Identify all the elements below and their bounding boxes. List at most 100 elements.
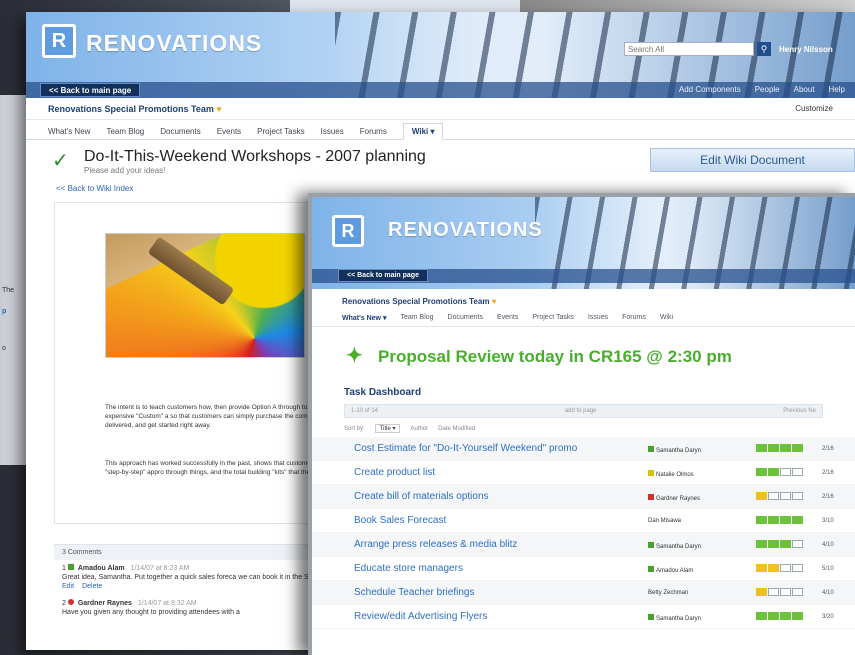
tab-events[interactable]: Events <box>497 314 518 322</box>
search-input[interactable] <box>624 42 754 56</box>
task-assignee-name: Betty Zechman <box>648 590 689 596</box>
task-assignee-name: Amadou Alam <box>656 568 694 574</box>
task-assignee[interactable]: Gardner Raynes <box>648 494 700 502</box>
task-assignee[interactable]: Betty Zechman <box>648 590 688 596</box>
tab-issues[interactable]: Issues <box>321 127 344 136</box>
delete-comment-link[interactable]: Delete <box>82 583 102 590</box>
task-assignee[interactable]: Natalie Olmos <box>648 470 694 478</box>
progress-segment <box>768 564 779 572</box>
back-to-main-button[interactable]: << Back to main page <box>338 269 428 282</box>
tab-whats-new[interactable]: What's New <box>48 127 90 136</box>
edit-comment-link[interactable]: Edit <box>62 583 74 590</box>
people-link[interactable]: People <box>755 85 780 94</box>
progress-segment <box>756 540 767 548</box>
task-link[interactable]: Book Sales Forecast <box>354 515 446 526</box>
task-due-date: 2/16 <box>822 470 834 476</box>
progress-segment <box>792 492 803 500</box>
team-header: Renovations Special Promotions Team ♥ <box>312 289 855 310</box>
tab-project-tasks[interactable]: Project Tasks <box>532 314 574 322</box>
progress-segment <box>792 468 803 476</box>
progress-segment <box>768 492 779 500</box>
tab-team-blog[interactable]: Team Blog <box>400 314 433 322</box>
tab-wiki[interactable]: Wiki ▾ <box>402 123 444 140</box>
sort-label: Sort by: <box>344 425 365 432</box>
task-row: Educate store managers Amadou Alam 5/10 <box>312 557 855 581</box>
tab-forums[interactable]: Forums <box>622 314 646 322</box>
task-row: Book Sales Forecast Dan Misawa 3/10 <box>312 509 855 533</box>
task-row: Schedule Teacher briefings Betty Zechman 4… <box>312 581 855 605</box>
search-icon[interactable]: ⚲ <box>757 42 771 56</box>
tab-documents[interactable]: Documents <box>160 127 200 136</box>
progress-segment <box>756 516 767 524</box>
task-link[interactable]: Create product list <box>354 467 435 478</box>
progress-segment <box>780 612 791 620</box>
favorite-heart-icon[interactable]: ♥ <box>492 297 497 306</box>
comment-author[interactable]: Gardner Raynes <box>78 600 132 607</box>
renovations-logo-icon[interactable]: R <box>42 24 76 58</box>
progress-segment <box>756 612 767 620</box>
task-assignee[interactable]: Samantha Daryn <box>648 614 701 622</box>
task-assignee[interactable]: Samantha Daryn <box>648 542 701 550</box>
tab-team-blog[interactable]: Team Blog <box>106 127 144 136</box>
comment-number: 2 <box>62 600 66 607</box>
brand-name: RENOVATIONS <box>86 30 263 56</box>
task-assignee[interactable]: Amadou Alam <box>648 566 693 574</box>
task-progress-bar <box>756 588 803 596</box>
task-row: Arrange press releases & media blitz Sama… <box>312 533 855 557</box>
sort-title-select[interactable]: Title ▾ <box>374 424 401 433</box>
comment-number: 1 <box>62 565 66 572</box>
presence-icon <box>648 542 654 548</box>
task-progress-bar <box>756 516 803 524</box>
presence-icon <box>67 599 74 605</box>
tab-project-tasks[interactable]: Project Tasks <box>257 127 304 136</box>
tab-issues[interactable]: Issues <box>588 314 608 322</box>
sort-author[interactable]: Author <box>410 426 428 432</box>
progress-segment <box>768 588 779 596</box>
task-link[interactable]: Cost Estimate for "Do-It-Yourself Weeken… <box>354 443 577 454</box>
task-assignee[interactable]: Samantha Daryn <box>648 446 701 454</box>
progress-segment <box>792 564 803 572</box>
header-banner: R RENOVATIONS << Back to main page <box>312 197 855 289</box>
wiki-document-icon: ✓ <box>52 150 69 172</box>
task-link[interactable]: Review/edit Advertising Flyers <box>354 611 487 622</box>
add-to-page-button[interactable]: add to page <box>565 408 597 414</box>
sort-row: Sort by: Title ▾ Author Date Modified <box>344 424 823 433</box>
progress-segment <box>756 588 767 596</box>
presence-icon <box>648 470 654 476</box>
progress-segment <box>756 492 767 500</box>
renovations-logo-icon[interactable]: R <box>332 215 364 247</box>
sort-date-modified[interactable]: Date Modified <box>438 426 475 432</box>
comment-author[interactable]: Amadou Alam <box>78 565 125 572</box>
tab-wiki[interactable]: Wiki <box>660 314 673 322</box>
team-name[interactable]: Renovations Special Promotions Team <box>342 297 489 306</box>
add-components-link[interactable]: Add Components <box>679 85 741 94</box>
presence-icon <box>648 566 654 572</box>
presence-icon <box>648 446 654 452</box>
tab-documents[interactable]: Documents <box>448 314 483 322</box>
task-link[interactable]: Schedule Teacher briefings <box>354 587 474 598</box>
comment-date: 1/14/07 at 8:23 AM <box>130 565 190 572</box>
tab-forums[interactable]: Forums <box>360 127 387 136</box>
customize-link[interactable]: Customize <box>795 104 833 113</box>
progress-segment <box>780 588 791 596</box>
pager-count: 1-10 of 14 <box>351 408 379 414</box>
back-to-main-button[interactable]: << Back to main page <box>40 83 141 97</box>
progress-segment <box>780 492 791 500</box>
task-link[interactable]: Arrange press releases & media blitz <box>354 539 517 550</box>
tab-whats-new[interactable]: What's New ▾ <box>342 314 386 322</box>
favorite-heart-icon[interactable]: ♥ <box>216 104 221 114</box>
help-link[interactable]: Help <box>829 85 845 94</box>
team-name[interactable]: Renovations Special Promotions Team <box>48 104 214 114</box>
announcement: ✦ Proposal Review today in CR165 @ 2:30 … <box>312 327 855 383</box>
task-link[interactable]: Educate store managers <box>354 563 463 574</box>
edit-wiki-button[interactable]: Edit Wiki Document <box>650 148 855 172</box>
task-assignee-name: Samantha Daryn <box>656 544 702 550</box>
pager-nav[interactable]: Previous Ne <box>783 408 816 414</box>
task-assignee[interactable]: Dan Misawa <box>648 518 681 524</box>
tab-events[interactable]: Events <box>217 127 241 136</box>
user-menu[interactable]: Henry Nilsson <box>779 45 833 54</box>
task-assignee-name: Samantha Daryn <box>656 448 702 454</box>
task-link[interactable]: Create bill of materials options <box>354 491 489 502</box>
announcement-text: Proposal Review today in CR165 @ 2:30 pm <box>378 347 732 366</box>
about-link[interactable]: About <box>794 85 815 94</box>
